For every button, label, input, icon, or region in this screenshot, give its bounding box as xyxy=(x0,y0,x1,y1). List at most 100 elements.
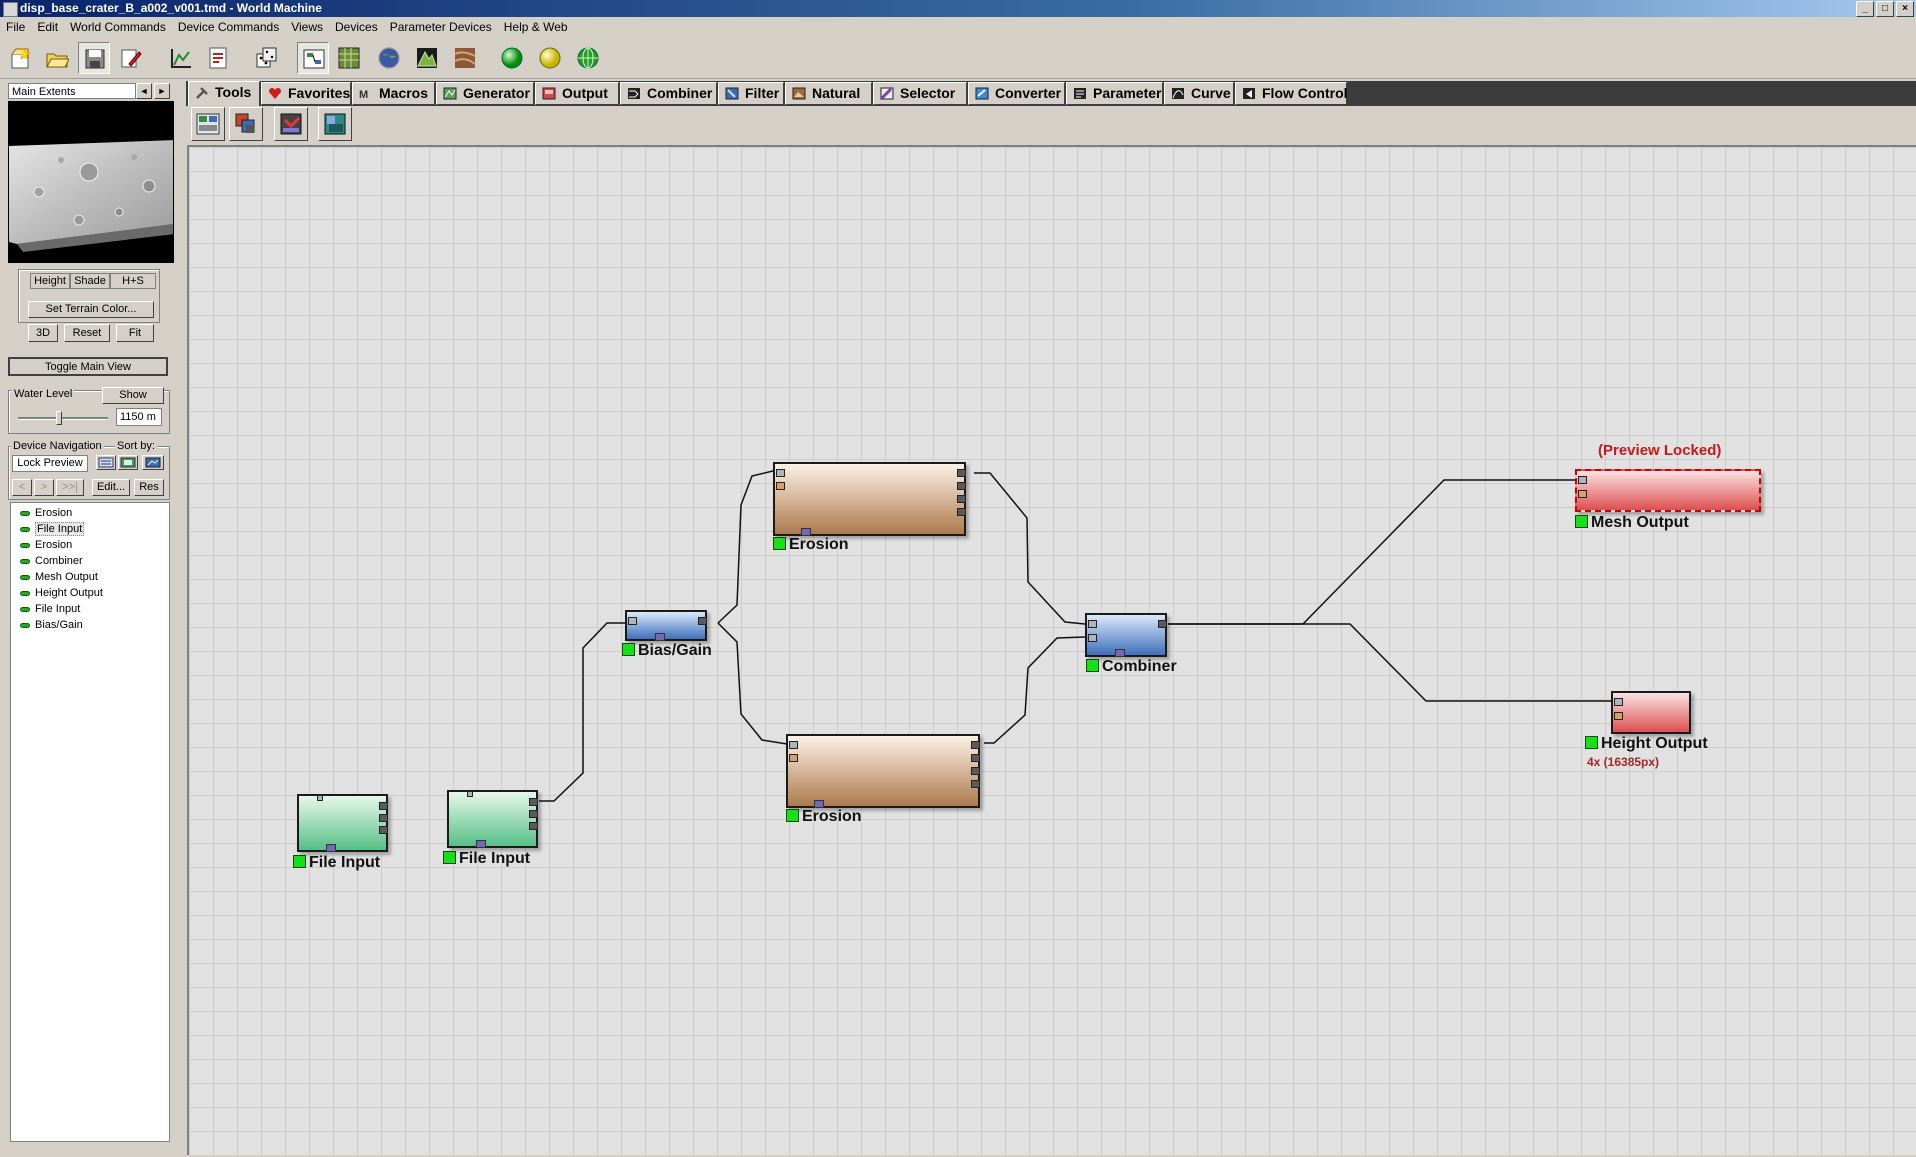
world-build-icon[interactable] xyxy=(572,42,604,74)
output-port[interactable] xyxy=(971,767,980,775)
res-button[interactable]: Res xyxy=(134,479,164,496)
height-output-node[interactable] xyxy=(1611,691,1691,734)
edit-script-icon[interactable] xyxy=(115,42,147,74)
build-yellow-icon[interactable] xyxy=(534,42,566,74)
tab-parameter[interactable]: Parameter xyxy=(1066,82,1163,105)
new-file-icon[interactable] xyxy=(4,42,36,74)
output-port[interactable] xyxy=(971,780,980,788)
erosion-node-1[interactable] xyxy=(773,462,966,536)
lock-preview-button[interactable]: Lock Preview xyxy=(12,455,88,472)
next-extent-button[interactable]: ► xyxy=(154,83,170,99)
water-level-field[interactable]: 1150 m xyxy=(116,408,162,426)
input-port[interactable] xyxy=(1614,698,1623,706)
minimize-button[interactable]: _ xyxy=(1856,1,1874,17)
input-port[interactable] xyxy=(789,741,798,749)
tab-converter[interactable]: Converter xyxy=(968,82,1065,105)
input-port[interactable] xyxy=(1088,620,1097,628)
mask-input-port[interactable] xyxy=(1614,712,1623,720)
tab-selector[interactable]: Selector xyxy=(873,82,967,105)
menu-file[interactable]: File xyxy=(0,20,31,34)
parameter-port[interactable] xyxy=(801,528,811,536)
file-input-node-2[interactable] xyxy=(447,790,538,848)
grid-view-icon[interactable] xyxy=(333,42,365,74)
device-list-item[interactable]: File Input xyxy=(20,602,80,617)
sort-type-icon[interactable] xyxy=(118,455,138,470)
extents-selector[interactable]: Main Extents xyxy=(8,83,136,99)
parameter-port[interactable] xyxy=(326,844,336,852)
layout-view-icon[interactable] xyxy=(297,42,329,74)
output-port[interactable] xyxy=(971,754,980,762)
nav-next-button[interactable]: > xyxy=(34,479,54,496)
menu-parameter-devices[interactable]: Parameter Devices xyxy=(384,20,498,34)
edit-device-button[interactable]: Edit... xyxy=(92,479,130,496)
terrain-preview[interactable] xyxy=(8,101,174,263)
output-port[interactable] xyxy=(379,802,388,810)
maximize-button[interactable]: □ xyxy=(1876,1,1894,17)
reset-view-button[interactable]: Reset xyxy=(64,324,110,342)
water-level-slider[interactable] xyxy=(18,410,108,426)
menu-device-commands[interactable]: Device Commands xyxy=(172,20,285,34)
output-port[interactable] xyxy=(529,822,538,830)
height-view-button[interactable]: Height xyxy=(30,273,70,289)
input-port[interactable] xyxy=(628,617,637,625)
library-tool-button[interactable] xyxy=(318,107,352,141)
output-port[interactable] xyxy=(529,810,538,818)
output-port[interactable] xyxy=(698,617,707,625)
save-icon[interactable] xyxy=(78,42,110,74)
output-port[interactable] xyxy=(971,741,980,749)
dice-icon[interactable] xyxy=(250,42,282,74)
device-list-item[interactable]: Height Output xyxy=(20,586,103,601)
output-port[interactable] xyxy=(957,482,966,490)
device-list-item[interactable]: Erosion xyxy=(20,538,72,553)
output-port[interactable] xyxy=(529,798,538,806)
menu-views[interactable]: Views xyxy=(285,20,329,34)
parameter-port[interactable] xyxy=(814,800,824,808)
mask-input-port[interactable] xyxy=(1578,490,1587,498)
device-list-item[interactable]: Erosion xyxy=(20,506,72,521)
prev-extent-button[interactable]: ◄ xyxy=(136,83,152,99)
set-terrain-color-button[interactable]: Set Terrain Color... xyxy=(28,301,154,318)
menu-help-web[interactable]: Help & Web xyxy=(498,20,574,34)
sort-graph-icon[interactable] xyxy=(142,455,164,470)
menu-world-commands[interactable]: World Commands xyxy=(64,20,172,34)
device-list-item[interactable]: Combiner xyxy=(20,554,83,569)
tab-filter[interactable]: Filter xyxy=(718,82,784,105)
tab-flow-control[interactable]: Flow Control xyxy=(1235,82,1348,105)
view-3d-button[interactable]: 3D xyxy=(28,324,58,342)
nav-prev-button[interactable]: < xyxy=(12,479,32,496)
build-green-icon[interactable] xyxy=(496,42,528,74)
export-tool-button[interactable] xyxy=(274,107,308,141)
parameter-port[interactable] xyxy=(655,633,665,641)
output-port[interactable] xyxy=(379,814,388,822)
globe-icon[interactable] xyxy=(373,42,405,74)
erosion-node-2[interactable] xyxy=(786,734,980,808)
sort-list-icon[interactable] xyxy=(96,455,116,470)
menu-edit[interactable]: Edit xyxy=(31,20,64,34)
tab-output[interactable]: Output xyxy=(535,82,619,105)
tab-favorites[interactable]: Favorites xyxy=(261,82,351,105)
input-port[interactable] xyxy=(776,469,785,477)
texture-icon[interactable] xyxy=(449,42,481,74)
output-port[interactable] xyxy=(957,508,966,516)
toggle-main-view-button[interactable]: Toggle Main View xyxy=(8,357,168,376)
output-port[interactable] xyxy=(1158,620,1167,628)
network-canvas[interactable] xyxy=(187,145,1916,1155)
tab-natural[interactable]: Natural xyxy=(785,82,872,105)
device-list[interactable]: Erosion File Input Erosion Combiner Mesh… xyxy=(10,502,170,1142)
parameter-port[interactable] xyxy=(1115,649,1125,657)
layout-tool-button[interactable] xyxy=(229,107,263,141)
terrain-icon[interactable] xyxy=(411,42,443,74)
mesh-output-node[interactable] xyxy=(1575,469,1761,512)
nav-last-button[interactable]: >>| xyxy=(56,479,84,496)
shade-view-button[interactable]: Shade xyxy=(70,273,110,289)
group-tool-button[interactable] xyxy=(191,107,225,141)
parameter-port[interactable] xyxy=(476,840,486,848)
output-port[interactable] xyxy=(957,469,966,477)
tab-macros[interactable]: M Macros xyxy=(352,82,435,105)
tab-generator[interactable]: Generator xyxy=(436,82,534,105)
output-port[interactable] xyxy=(957,495,966,503)
mask-input-port[interactable] xyxy=(776,482,785,490)
tab-tools[interactable]: Tools xyxy=(188,81,260,106)
tab-curve[interactable]: Curve xyxy=(1164,82,1234,105)
input-port[interactable] xyxy=(1088,634,1097,642)
